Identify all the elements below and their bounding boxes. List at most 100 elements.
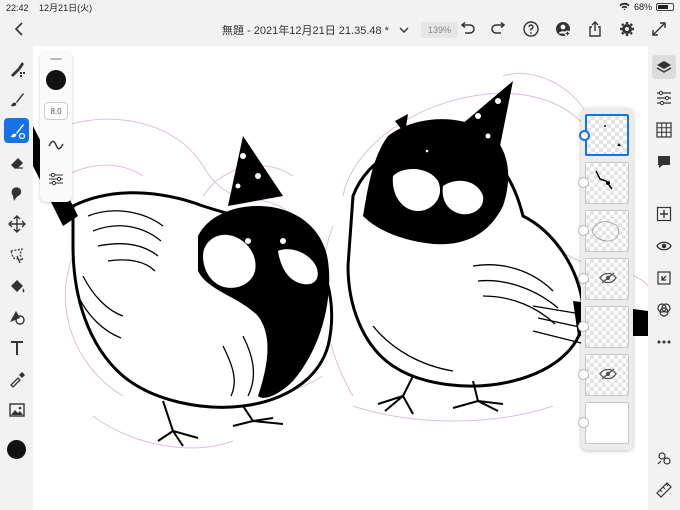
- zoom-level[interactable]: 139%: [420, 22, 458, 38]
- bird-illustration: [33, 72, 648, 449]
- text-tool[interactable]: [4, 335, 29, 360]
- chevron-down-icon[interactable]: [397, 23, 411, 37]
- pen-settings-button[interactable]: [652, 446, 676, 470]
- smudge-icon: [11, 186, 21, 201]
- current-color-swatch[interactable]: [7, 440, 26, 459]
- layer-handle[interactable]: [578, 225, 589, 236]
- battery-percent: 68%: [633, 2, 652, 12]
- live-brush-icon: [10, 92, 24, 106]
- background-layer-thumbnail[interactable]: [578, 402, 629, 444]
- smudge-tool[interactable]: [4, 180, 29, 205]
- pen-settings-icon: [657, 452, 671, 465]
- shape-tool[interactable]: [4, 304, 29, 329]
- blend-mode-button[interactable]: [652, 298, 676, 322]
- eyedropper-tool[interactable]: [4, 366, 29, 391]
- panel-drag-handle[interactable]: [50, 58, 62, 60]
- redo-icon: [491, 22, 506, 34]
- eraser-icon: [10, 157, 23, 169]
- lasso-tool[interactable]: [4, 242, 29, 267]
- drawing-canvas[interactable]: [33, 46, 648, 510]
- document-title[interactable]: 無題 - 2021年12月21日 21.35.48 *: [222, 22, 389, 38]
- undo-button[interactable]: [456, 18, 478, 40]
- layer-preview: [595, 170, 613, 190]
- top-bar: 無題 - 2021年12月21日 21.35.48 * 139%: [0, 14, 680, 46]
- fullscreen-icon: [652, 22, 666, 36]
- import-button[interactable]: [652, 266, 676, 290]
- import-icon: [657, 271, 671, 285]
- redo-button[interactable]: [488, 18, 510, 40]
- image-tool[interactable]: [4, 397, 29, 422]
- layer-thumbnail[interactable]: [578, 354, 629, 396]
- layer-handle[interactable]: [578, 273, 589, 284]
- comment-icon: [658, 156, 670, 168]
- live-brush-tool[interactable]: [4, 87, 29, 112]
- layer-thumbnail[interactable]: [578, 306, 629, 348]
- wave-icon: [48, 140, 64, 150]
- account-button[interactable]: [552, 18, 574, 40]
- back-button[interactable]: [8, 18, 30, 40]
- layer-thumbnail[interactable]: [579, 114, 629, 156]
- brush-smoothing-button[interactable]: [45, 136, 67, 154]
- image-icon: [8, 402, 25, 417]
- add-layer-button[interactable]: [652, 202, 676, 226]
- grid-button[interactable]: [652, 118, 676, 142]
- undo-icon: [460, 22, 475, 34]
- wifi-icon: [619, 2, 630, 13]
- eraser-tool[interactable]: [4, 149, 29, 174]
- more-icon: [657, 340, 671, 344]
- grid-icon: [656, 122, 672, 138]
- layers-icon: [656, 61, 672, 73]
- properties-button[interactable]: [652, 86, 676, 110]
- help-button[interactable]: [520, 18, 542, 40]
- ruler-button[interactable]: [652, 478, 676, 502]
- account-icon: [556, 22, 571, 37]
- more-button[interactable]: [652, 330, 676, 354]
- share-button[interactable]: [584, 18, 606, 40]
- status-time: 22:42: [6, 2, 29, 13]
- fill-icon: [10, 279, 24, 292]
- move-tool[interactable]: [4, 211, 29, 236]
- text-icon: [10, 340, 23, 355]
- layer-thumbnail[interactable]: [578, 162, 629, 204]
- visibility-button[interactable]: [652, 234, 676, 258]
- blend-icon: [657, 303, 671, 317]
- help-icon: [523, 21, 539, 37]
- add-layer-icon: [656, 206, 672, 222]
- layer-preview: [604, 125, 621, 146]
- fill-tool[interactable]: [4, 273, 29, 298]
- hidden-eye-icon: [598, 367, 618, 381]
- brush-settings-button[interactable]: [45, 170, 67, 188]
- settings-icon: [620, 22, 634, 36]
- share-icon: [589, 21, 601, 37]
- layer-handle[interactable]: [579, 130, 590, 141]
- ruler-icon: [656, 482, 672, 498]
- fullscreen-button[interactable]: [648, 18, 670, 40]
- eyedropper-icon: [9, 371, 25, 388]
- layers-panel: [578, 108, 633, 450]
- pixel-brush-tool[interactable]: [4, 56, 29, 81]
- layers-button[interactable]: [652, 55, 676, 79]
- layer-handle[interactable]: [578, 369, 589, 380]
- shape-icon: [9, 310, 25, 325]
- left-toolbar: [0, 46, 33, 510]
- comments-button[interactable]: [652, 150, 676, 174]
- layer-handle[interactable]: [578, 177, 589, 188]
- vector-brush-tool[interactable]: [4, 118, 29, 143]
- pixel-brush-icon: [10, 61, 25, 77]
- layer-handle[interactable]: [578, 417, 589, 428]
- lasso-icon: [9, 247, 24, 263]
- sliders-icon: [49, 172, 63, 186]
- properties-icon: [657, 90, 671, 106]
- brush-size-value[interactable]: 8.0: [44, 102, 68, 120]
- hidden-eye-icon: [598, 271, 618, 285]
- layer-thumbnail[interactable]: [578, 258, 629, 300]
- brush-settings-panel: 8.0: [40, 52, 72, 202]
- right-toolbar: [648, 46, 680, 510]
- brush-color-swatch[interactable]: [46, 70, 66, 90]
- vector-brush-icon: [10, 123, 25, 139]
- layer-thumbnail[interactable]: [578, 210, 629, 252]
- status-date: 12月21日(火): [39, 2, 93, 13]
- settings-button[interactable]: [616, 18, 638, 40]
- layer-handle[interactable]: [578, 321, 589, 332]
- battery-icon: [656, 3, 674, 11]
